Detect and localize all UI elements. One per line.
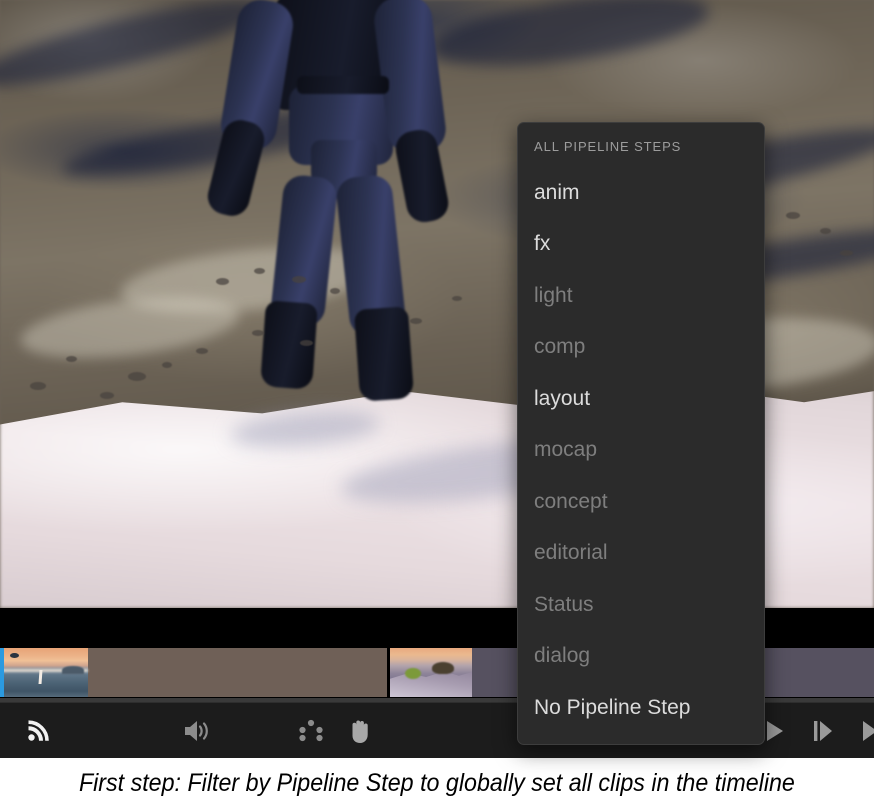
next-icon: [860, 718, 874, 744]
five-dots-icon: [297, 718, 325, 744]
snow-debris: [196, 348, 208, 354]
caption-bar: First step: Filter by Pipeline Step to g…: [0, 758, 874, 808]
dropdown-item-light[interactable]: light: [518, 270, 764, 322]
application-window: ALL PIPELINE STEPS anim fx light comp layout…: [0, 0, 874, 808]
snow-debris: [786, 212, 800, 219]
volume-icon: [182, 718, 212, 744]
dropdown-header: ALL PIPELINE STEPS: [534, 139, 682, 154]
dropdown-item-list: anim fx light comp layout mocap concept editori…: [518, 167, 764, 734]
snow-debris: [452, 296, 462, 301]
snow-debris: [254, 268, 265, 274]
snow-debris: [30, 382, 46, 390]
hand-icon: [346, 717, 374, 745]
dropdown-item-comp[interactable]: comp: [518, 322, 764, 374]
snow-debris: [252, 330, 264, 336]
volume-button[interactable]: [173, 703, 221, 759]
dropdown-item-fx[interactable]: fx: [518, 219, 764, 271]
dropdown-item-editorial[interactable]: editorial: [518, 528, 764, 580]
snow-debris: [100, 392, 114, 399]
broadcast-button[interactable]: [14, 703, 62, 759]
dropdown-item-anim[interactable]: anim: [518, 167, 764, 219]
snow-debris: [162, 362, 172, 368]
character-model: [204, 0, 452, 470]
step-forward-icon: [811, 718, 835, 744]
clip-thumbnail: [390, 648, 472, 697]
snow-debris: [820, 228, 831, 234]
snow-debris: [840, 250, 853, 256]
dropdown-item-no-pipeline-step[interactable]: No Pipeline Step: [518, 682, 764, 734]
dropdown-item-dialog[interactable]: dialog: [518, 631, 764, 683]
pan-button[interactable]: [336, 703, 384, 759]
pipeline-step-dropdown[interactable]: ALL PIPELINE STEPS anim fx light comp layout…: [517, 122, 765, 745]
snow-debris: [128, 372, 146, 381]
clip-selection-indicator: [0, 648, 4, 697]
caption-text: First step: Filter by Pipeline Step to g…: [79, 768, 795, 797]
play-icon: [763, 718, 787, 744]
broadcast-icon: [25, 718, 51, 744]
snow-debris: [292, 276, 306, 283]
snow-debris: [66, 356, 77, 362]
snow-debris: [300, 340, 313, 346]
dropdown-item-concept[interactable]: concept: [518, 476, 764, 528]
tools-button[interactable]: [287, 703, 335, 759]
next-button[interactable]: [856, 703, 874, 759]
snow-debris: [216, 278, 229, 285]
dropdown-item-mocap[interactable]: mocap: [518, 425, 764, 477]
snow-debris: [410, 318, 422, 324]
clip-thumbnail: [0, 648, 88, 697]
dropdown-item-status[interactable]: Status: [518, 579, 764, 631]
snow-debris: [330, 288, 340, 294]
step-forward-button[interactable]: [802, 703, 844, 759]
dropdown-item-layout[interactable]: layout: [518, 373, 764, 425]
timeline-clip[interactable]: [0, 648, 387, 697]
